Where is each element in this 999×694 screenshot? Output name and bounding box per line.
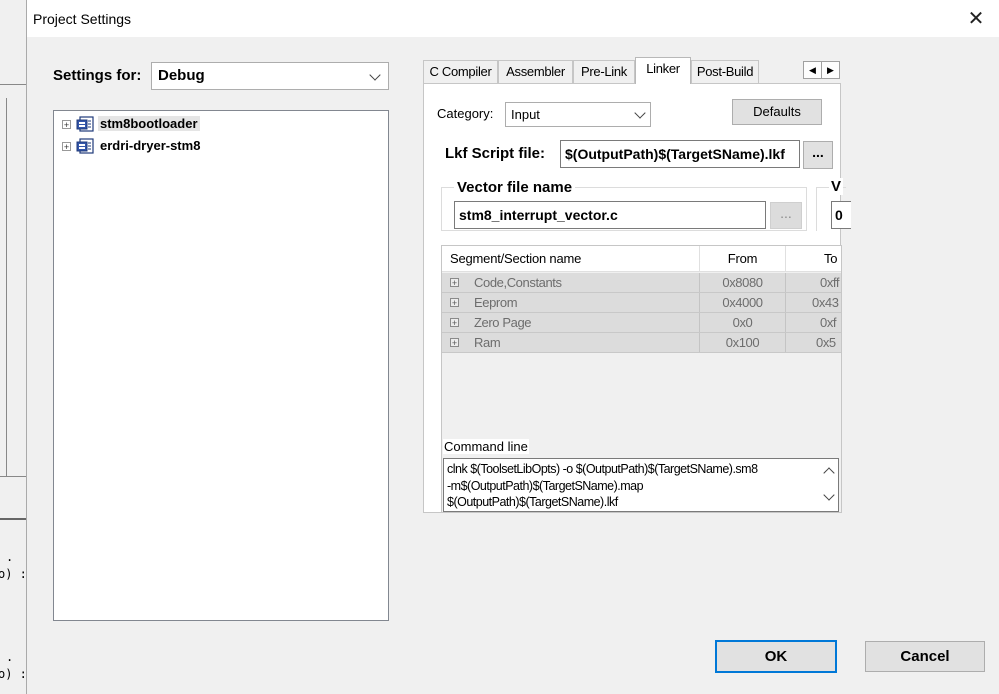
settings-tabs: C Compiler Assembler Pre-Link Linker Pos…	[423, 57, 843, 84]
tree-item-stm8bootloader[interactable]: + stm8bootloader	[62, 115, 382, 135]
tab-assembler[interactable]: Assembler	[498, 60, 573, 84]
tab-post-build[interactable]: Post-Build	[691, 60, 759, 84]
tree-item-label: stm8bootloader	[98, 116, 200, 131]
chevron-down-icon[interactable]	[823, 489, 835, 501]
bg-code-fragment: .	[6, 650, 14, 664]
segment-name: Zero Page	[442, 313, 700, 332]
command-line-textarea[interactable]: clnk $(ToolsetLibOpts) -o $(OutputPath)$…	[443, 458, 839, 512]
chevron-down-icon	[369, 69, 381, 81]
segment-to: 0xf	[786, 313, 841, 332]
command-line-text: $(OutputPath)$(TargetSName).lkf	[447, 495, 618, 509]
close-icon: ✕	[967, 8, 985, 30]
segment-name: Ram	[442, 333, 700, 352]
lkf-browse-button[interactable]: ...	[803, 141, 833, 169]
segment-from: 0x4000	[700, 293, 786, 312]
segment-to: 0xff	[786, 273, 841, 292]
project-icon	[76, 116, 94, 132]
dialog-title: Project Settings	[33, 11, 132, 27]
project-icon	[76, 138, 94, 154]
table-row[interactable]: + Code,Constants 0x8080 0xff	[442, 273, 841, 293]
project-tree[interactable]: + stm8bootloader + erdri-dryer-stm8	[53, 110, 389, 621]
bg-code-fragment: .	[6, 550, 14, 564]
tab-scroll-left-button[interactable]: ◀	[803, 61, 822, 79]
tab-pre-link[interactable]: Pre-Link	[573, 60, 635, 84]
vector-address-group: V 0	[816, 178, 851, 231]
expand-icon[interactable]: +	[62, 142, 71, 152]
vector-browse-button[interactable]: ...	[770, 202, 802, 229]
chevron-down-icon	[634, 107, 646, 119]
tab-c-compiler[interactable]: C Compiler	[423, 60, 498, 84]
configuration-value: Debug	[158, 67, 205, 84]
title-bar: Project Settings ✕	[27, 0, 999, 37]
segment-from: 0x0	[700, 313, 786, 332]
segment-to: 0x5	[786, 333, 841, 352]
segment-from: 0x100	[700, 333, 786, 352]
segment-name: Code,Constants	[442, 273, 700, 292]
settings-for-label: Settings for:	[53, 67, 142, 84]
vector-file-input[interactable]: stm8_interrupt_vector.c	[454, 201, 766, 229]
command-line-label: Command line	[443, 439, 529, 454]
segment-table-header: Segment/Section name From To	[442, 246, 841, 272]
category-select[interactable]: Input	[505, 102, 651, 127]
table-row[interactable]: + Ram 0x100 0x5	[442, 333, 841, 353]
tab-linker[interactable]: Linker	[635, 57, 691, 84]
column-header-segment[interactable]: Segment/Section name	[442, 246, 700, 272]
expand-icon[interactable]: +	[62, 120, 71, 130]
vector-address-label: V	[829, 178, 844, 195]
category-value: Input	[511, 107, 540, 122]
tree-item-label: erdri-dryer-stm8	[100, 138, 201, 153]
segment-name: Eeprom	[442, 293, 700, 312]
cancel-button[interactable]: Cancel	[865, 641, 985, 672]
column-header-from[interactable]: From	[700, 246, 786, 272]
chevron-up-icon[interactable]	[823, 467, 835, 479]
command-line-scrollbar[interactable]	[820, 459, 838, 511]
tree-item-erdri-dryer-stm8[interactable]: + erdri-dryer-stm8	[62, 137, 382, 157]
lkf-script-input[interactable]: $(OutputPath)$(TargetSName).lkf	[560, 140, 800, 168]
linker-tab-panel: Category: Input Defaults Lkf Script file…	[423, 83, 851, 513]
tab-scroll-buttons: ◀ ▶	[803, 61, 841, 79]
segment-from: 0x8080	[700, 273, 786, 292]
command-line-text: -m$(OutputPath)$(TargetSName).map	[447, 479, 644, 493]
configuration-select[interactable]: Debug	[151, 62, 389, 90]
lkf-script-label: Lkf Script file:	[445, 145, 546, 162]
defaults-button[interactable]: Defaults	[732, 99, 822, 125]
bg-code-fragment: o) :	[0, 567, 27, 581]
table-row[interactable]: + Zero Page 0x0 0xf	[442, 313, 841, 333]
category-label: Category:	[437, 106, 494, 121]
project-settings-dialog: Project Settings ✕ Settings for: Debug +…	[26, 0, 999, 694]
close-button[interactable]: ✕	[959, 3, 993, 35]
lkf-script-value: $(OutputPath)$(TargetSName).lkf	[565, 146, 785, 162]
segment-to: 0x43	[786, 293, 841, 312]
table-row[interactable]: + Eeprom 0x4000 0x43	[442, 293, 841, 313]
command-line-text: clnk $(ToolsetLibOpts) -o $(OutputPath)$…	[447, 462, 758, 476]
bg-code-fragment: o) :	[0, 667, 27, 681]
vector-file-group: Vector file name stm8_interrupt_vector.c…	[441, 179, 807, 231]
column-header-to[interactable]: To	[786, 246, 841, 272]
vector-address-value: 0	[835, 207, 843, 223]
vector-file-value: stm8_interrupt_vector.c	[459, 207, 618, 223]
vector-address-input[interactable]: 0	[831, 201, 851, 229]
ok-button[interactable]: OK	[715, 640, 837, 673]
vector-file-label: Vector file name	[454, 179, 576, 196]
tab-scroll-right-button[interactable]: ▶	[821, 61, 840, 79]
